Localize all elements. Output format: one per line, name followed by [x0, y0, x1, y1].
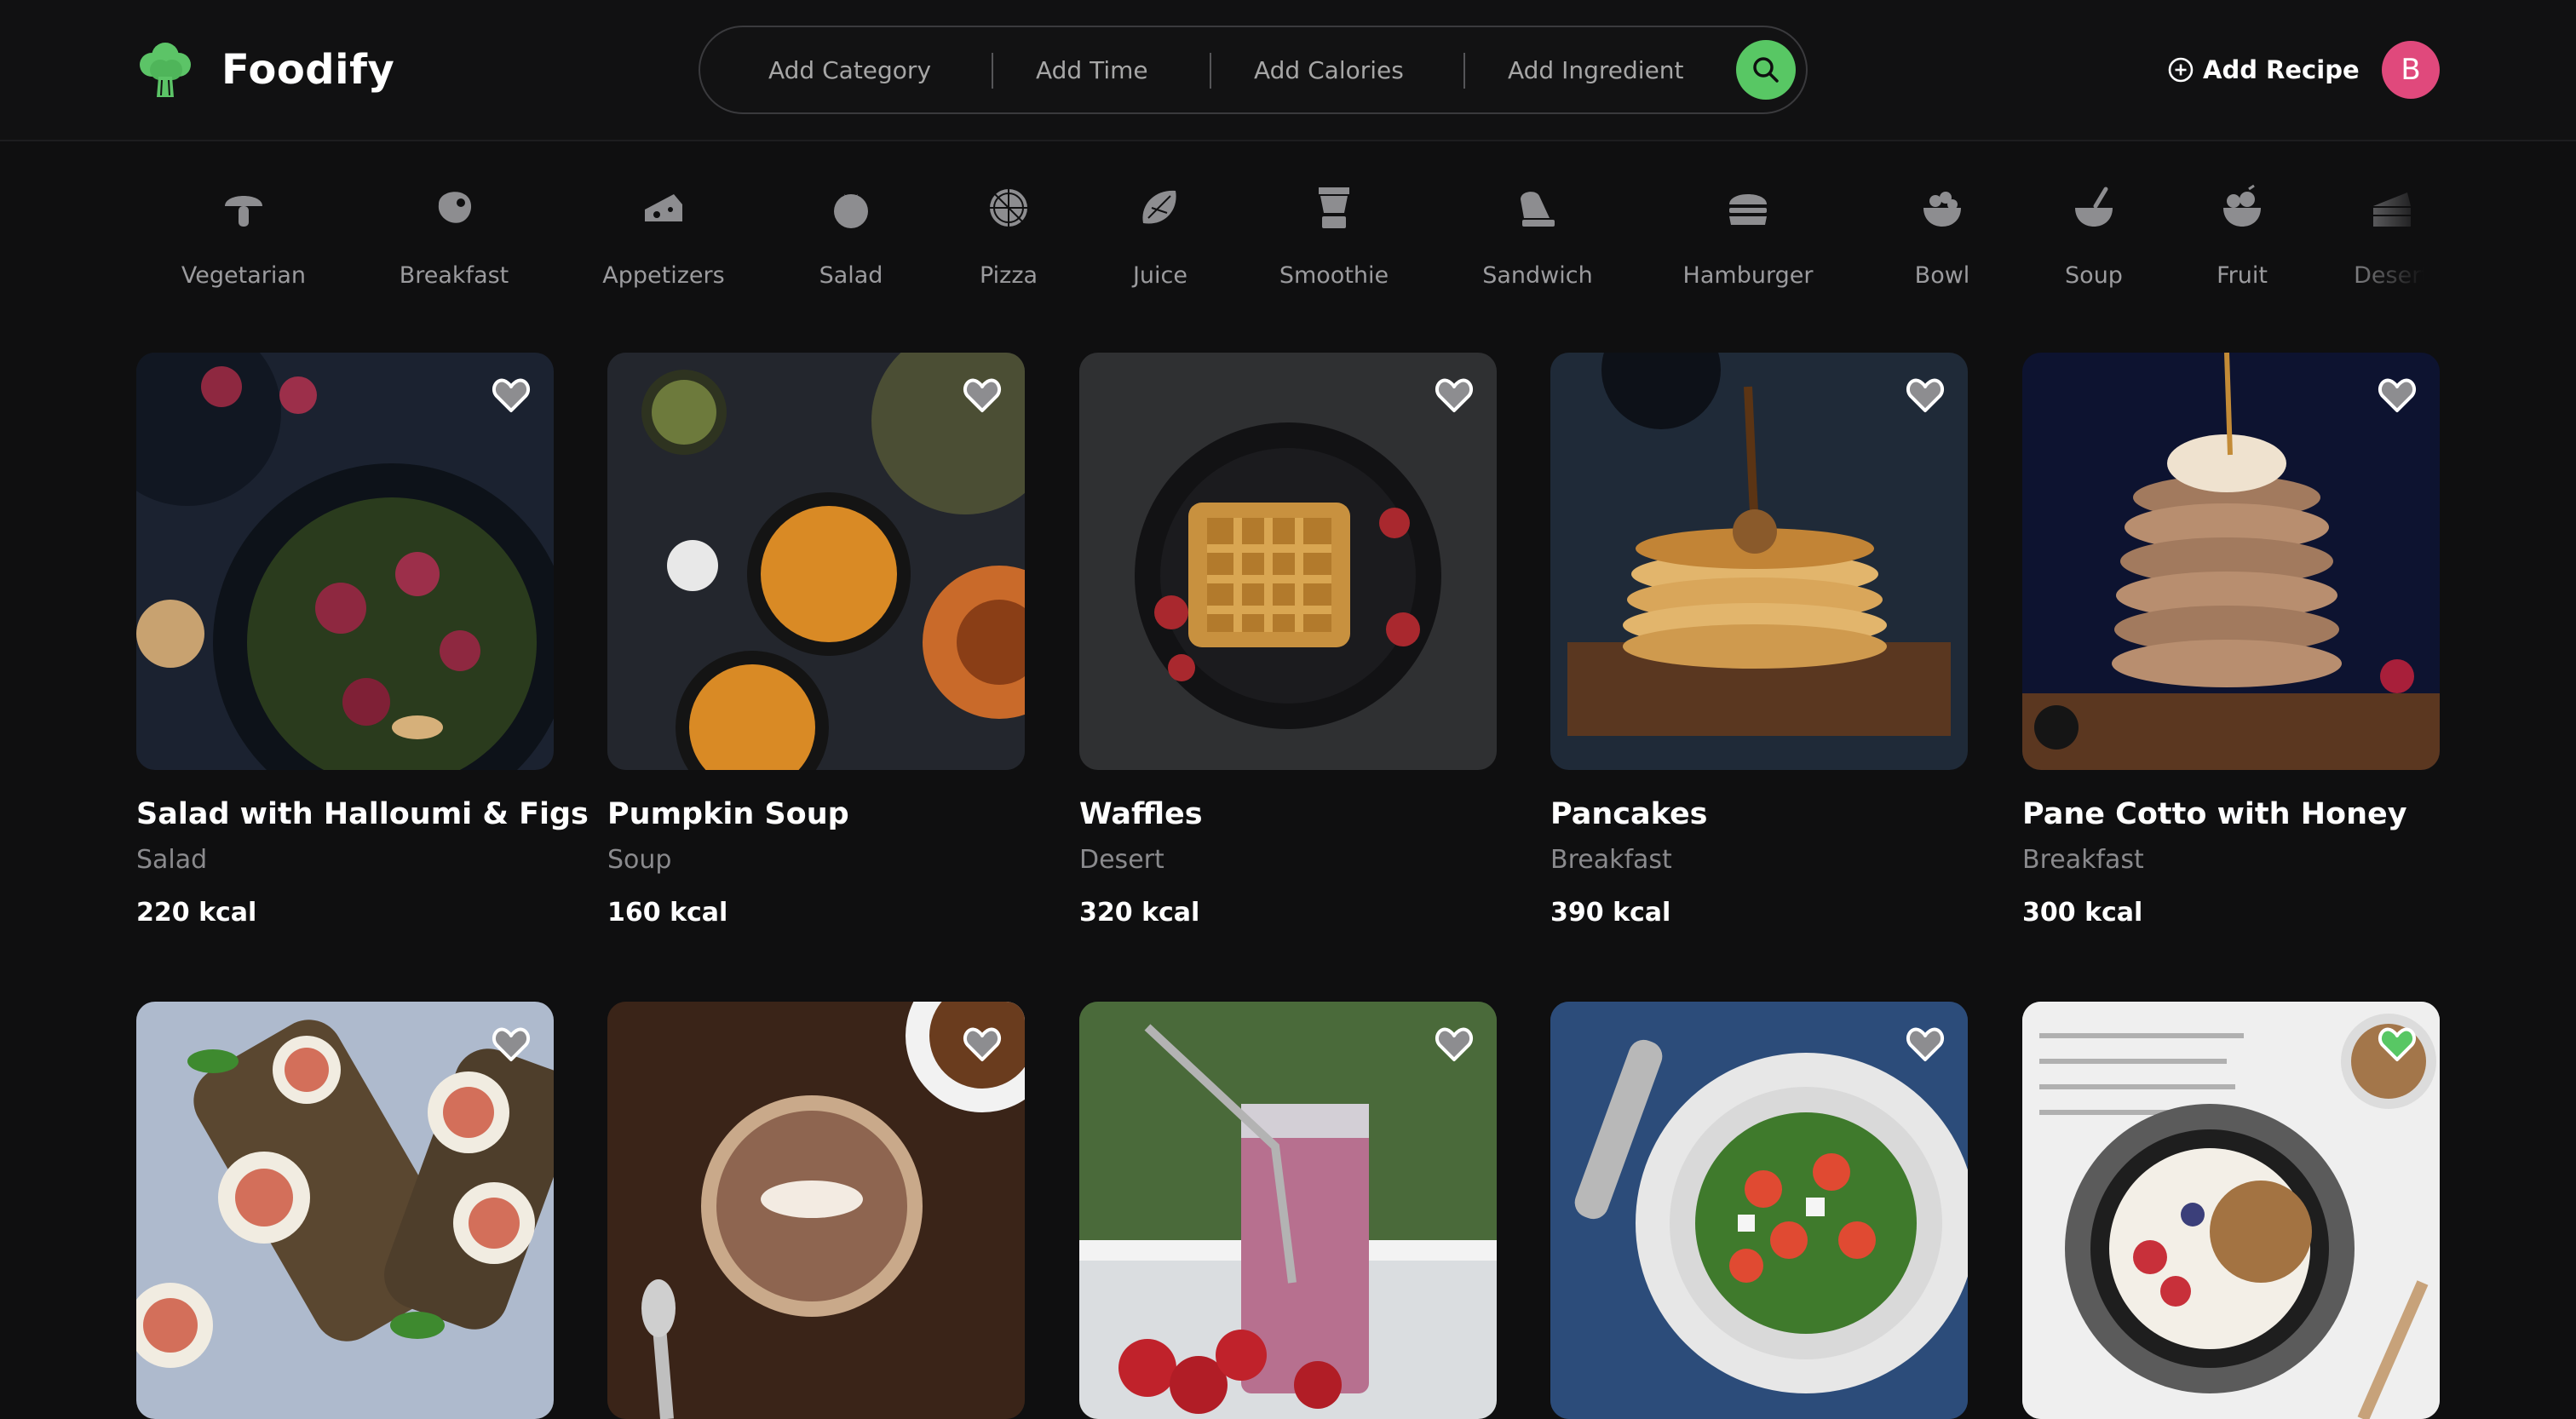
scroll-fade — [2337, 170, 2440, 298]
heart-icon[interactable] — [1434, 1024, 1475, 1065]
category-smoothie[interactable]: Smoothie — [1249, 184, 1419, 289]
sandwich-icon — [1521, 192, 1555, 227]
recipe-calories: 300 kcal — [2022, 898, 2143, 928]
category-label: Pizza — [979, 262, 1038, 289]
divider — [1210, 53, 1211, 89]
heart-icon[interactable] — [491, 375, 532, 416]
category-juice[interactable]: Juice — [1075, 184, 1245, 289]
category-label: Appetizers — [602, 262, 725, 289]
burger-icon — [1729, 194, 1767, 225]
avatar[interactable]: B — [2382, 41, 2440, 99]
heart-icon-favorited[interactable] — [2377, 1024, 2418, 1065]
recipe-title: Waffles — [1079, 797, 1203, 831]
steak-icon — [438, 192, 472, 223]
heart-icon[interactable] — [1434, 375, 1475, 416]
recipe-title: Pumpkin Soup — [607, 797, 849, 831]
divider — [992, 53, 993, 89]
category-label: Salad — [819, 262, 883, 289]
add-category-filter[interactable]: Add Category — [768, 27, 931, 112]
plus-circle-icon — [2168, 57, 2194, 83]
category-fruit[interactable]: Fruit — [2157, 184, 2327, 289]
heart-icon[interactable] — [1905, 1024, 1946, 1065]
add-recipe-label: Add Recipe — [2203, 55, 2360, 84]
tomato-icon — [834, 194, 868, 228]
lemon-icon — [1142, 190, 1176, 224]
mushroom-icon — [225, 196, 262, 227]
category-vegetarian[interactable]: Vegetarian — [158, 184, 329, 289]
category-strip: Vegetarian Breakfast Appetizers Salad Pi… — [135, 170, 2440, 298]
search-button[interactable] — [1736, 40, 1796, 100]
category-label: Breakfast — [399, 262, 509, 289]
divider — [1463, 53, 1465, 89]
category-label: Hamburger — [1682, 262, 1814, 289]
search-bar: Add Category Add Time Add Calories Add I… — [699, 26, 1808, 114]
category-label: Vegetarian — [181, 262, 307, 289]
pizza-icon — [990, 189, 1027, 227]
category-label: Smoothie — [1279, 262, 1389, 289]
bowl-icon — [1923, 192, 1961, 227]
recipe-category: Salad — [136, 845, 208, 875]
category-hamburger[interactable]: Hamburger — [1663, 184, 1833, 289]
category-soup[interactable]: Soup — [2009, 184, 2179, 289]
heart-icon[interactable] — [1905, 375, 1946, 416]
category-breakfast[interactable]: Breakfast — [369, 184, 539, 289]
recipe-title: Pancakes — [1550, 797, 1708, 831]
category-salad[interactable]: Salad — [766, 184, 936, 289]
soup-icon — [2075, 187, 2113, 227]
category-bowl[interactable]: Bowl — [1857, 184, 2027, 289]
app-name: Foodify — [221, 46, 395, 94]
category-sandwich[interactable]: Sandwich — [1452, 184, 1623, 289]
recipe-category: Breakfast — [1550, 845, 1672, 875]
add-calories-filter[interactable]: Add Calories — [1254, 27, 1404, 112]
category-label: Fruit — [2217, 262, 2268, 289]
add-ingredient-filter[interactable]: Add Ingredient — [1508, 27, 1684, 112]
logo[interactable]: Foodify — [135, 39, 394, 101]
recipe-category: Breakfast — [2022, 845, 2144, 875]
heart-icon[interactable] — [962, 375, 1003, 416]
top-bar: Foodify Add Category Add Time Add Calori… — [0, 0, 2576, 141]
heart-icon[interactable] — [491, 1024, 532, 1065]
heart-icon[interactable] — [2377, 375, 2418, 416]
category-label: Sandwich — [1482, 262, 1593, 289]
broccoli-logo-icon — [140, 43, 191, 97]
recipe-category: Desert — [1079, 845, 1164, 875]
blender-icon — [1319, 187, 1349, 228]
category-label: Bowl — [1914, 262, 1970, 289]
fruit-bowl-icon — [2223, 184, 2261, 227]
recipe-calories: 320 kcal — [1079, 898, 1200, 928]
search-icon — [1753, 57, 1779, 83]
recipe-title: Salad with Halloumi & Figs — [136, 797, 589, 831]
category-pizza[interactable]: Pizza — [923, 184, 1094, 289]
recipe-calories: 160 kcal — [607, 898, 728, 928]
add-recipe-button[interactable]: Add Recipe — [2167, 49, 2360, 90]
recipe-title: Pane Cotto with Honey — [2022, 797, 2407, 831]
category-label: Soup — [2065, 262, 2123, 289]
category-appetizers[interactable]: Appetizers — [578, 184, 749, 289]
heart-icon[interactable] — [962, 1024, 1003, 1065]
recipe-category: Soup — [607, 845, 672, 875]
cheese-icon — [645, 194, 682, 221]
recipe-calories: 220 kcal — [136, 898, 257, 928]
add-time-filter[interactable]: Add Time — [1036, 27, 1148, 112]
recipe-calories: 390 kcal — [1550, 898, 1671, 928]
category-label: Juice — [1132, 262, 1188, 289]
